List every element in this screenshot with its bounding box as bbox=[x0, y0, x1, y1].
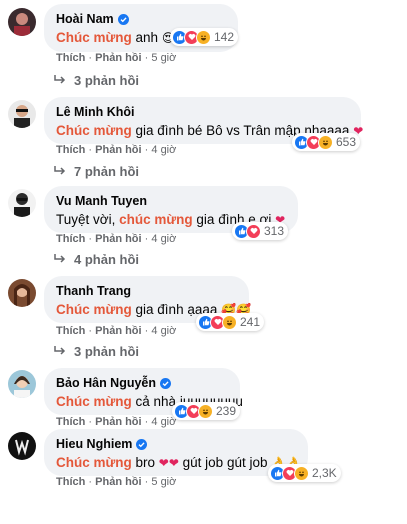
highlight-text: Chúc mừng bbox=[56, 302, 132, 317]
comment-text: Chúc mừng bro ❤❤ gút job gút job 👌👌 bbox=[56, 455, 302, 470]
like-button[interactable]: Thích bbox=[56, 144, 85, 156]
comment: Hoài Nam Chúc mừng anh 😍 142 Thích · Phả… bbox=[0, 0, 407, 96]
reactions-summary[interactable]: 2,3K bbox=[268, 464, 341, 482]
reaction-count: 313 bbox=[264, 224, 285, 238]
avatar[interactable] bbox=[8, 8, 36, 36]
commenter-name[interactable]: Hieu Nghiem bbox=[56, 437, 132, 452]
timestamp[interactable]: 4 giờ bbox=[151, 416, 176, 428]
comment-actions: Thích · Phản hồi · 4 giờ bbox=[56, 233, 177, 245]
haha-reaction-icon bbox=[196, 29, 211, 45]
view-replies-link[interactable]: 3 phản hồi bbox=[44, 72, 139, 88]
reactions-summary[interactable]: 313 bbox=[232, 222, 289, 240]
reactions-summary[interactable]: 241 bbox=[196, 313, 265, 331]
reply-button[interactable]: Phản hồi bbox=[95, 233, 141, 245]
love-reaction-icon bbox=[246, 223, 261, 239]
highlight-text: Chúc mừng bbox=[56, 455, 132, 470]
emoji: ❤❤ bbox=[158, 456, 179, 470]
reactions-summary[interactable]: 142 bbox=[170, 28, 239, 46]
timestamp[interactable]: 5 giờ bbox=[151, 476, 176, 488]
comment: Vu Manh Tuyen Tuyệt vời, chúc mừng gia đ… bbox=[0, 185, 407, 281]
timestamp[interactable]: 4 giờ bbox=[151, 144, 176, 156]
reply-arrow-icon bbox=[54, 346, 66, 355]
avatar[interactable] bbox=[8, 370, 36, 398]
like-button[interactable]: Thích bbox=[56, 233, 85, 245]
haha-reaction-icon bbox=[198, 403, 213, 419]
reply-arrow-icon bbox=[54, 254, 66, 263]
highlight-text: Chúc mừng bbox=[56, 123, 132, 138]
timestamp[interactable]: 4 giờ bbox=[151, 233, 176, 245]
comment-actions: Thích · Phản hồi · 4 giờ bbox=[56, 416, 177, 428]
comment-actions: Thích · Phản hồi · 4 giờ bbox=[56, 325, 177, 337]
comment: Lê Minh Khôi Chúc mừng gia đình bé Bô vs… bbox=[0, 95, 407, 191]
comment: Thanh Trang Chúc mừng gia đình ạaaa 🥰🥰 2… bbox=[0, 274, 407, 370]
commenter-name[interactable]: Lê Minh Khôi bbox=[56, 105, 134, 120]
reaction-count: 653 bbox=[336, 135, 357, 149]
avatar[interactable] bbox=[8, 189, 36, 217]
avatar[interactable] bbox=[8, 279, 36, 307]
reply-button[interactable]: Phản hồi bbox=[95, 476, 141, 488]
reaction-count: 142 bbox=[214, 30, 235, 44]
comment-actions: Thích · Phản hồi · 5 giờ bbox=[56, 52, 177, 64]
reply-button[interactable]: Phản hồi bbox=[95, 52, 141, 64]
haha-reaction-icon bbox=[318, 134, 333, 150]
comment-actions: Thích · Phản hồi · 4 giờ bbox=[56, 144, 177, 156]
like-button[interactable]: Thích bbox=[56, 476, 85, 488]
reply-button[interactable]: Phản hồi bbox=[95, 325, 141, 337]
reply-button[interactable]: Phản hồi bbox=[95, 144, 141, 156]
verified-badge-icon bbox=[136, 439, 148, 450]
avatar[interactable] bbox=[8, 432, 36, 460]
reply-button[interactable]: Phản hồi bbox=[95, 416, 141, 428]
reactions-summary[interactable]: 239 bbox=[172, 402, 241, 420]
like-button[interactable]: Thích bbox=[56, 52, 85, 64]
haha-reaction-icon bbox=[294, 465, 309, 481]
comment: Hieu Nghiem Chúc mừng bro ❤❤ gút job gút… bbox=[0, 428, 407, 524]
view-replies-link[interactable]: 3 phản hồi bbox=[44, 343, 139, 359]
commenter-name[interactable]: Bảo Hân Nguyễn bbox=[56, 376, 156, 391]
reactions-summary[interactable]: 653 bbox=[292, 133, 361, 151]
commenter-name[interactable]: Thanh Trang bbox=[56, 284, 131, 299]
avatar[interactable] bbox=[8, 100, 36, 128]
like-button[interactable]: Thích bbox=[56, 416, 85, 428]
highlight-text: Chúc mừng bbox=[56, 394, 132, 409]
reply-arrow-icon bbox=[54, 75, 66, 84]
like-button[interactable]: Thích bbox=[56, 325, 85, 337]
verified-badge-icon bbox=[160, 378, 172, 389]
haha-reaction-icon bbox=[222, 314, 237, 330]
reaction-count: 241 bbox=[240, 315, 261, 329]
timestamp[interactable]: 5 giờ bbox=[151, 52, 176, 64]
comment-actions: Thích · Phản hồi · 5 giờ bbox=[56, 476, 177, 488]
timestamp[interactable]: 4 giờ bbox=[151, 325, 176, 337]
verified-badge-icon bbox=[117, 14, 129, 25]
highlight-text: chúc mừng bbox=[119, 212, 193, 227]
view-replies-link[interactable]: 4 phản hồi bbox=[44, 251, 139, 267]
commenter-name[interactable]: Hoài Nam bbox=[56, 12, 114, 27]
commenter-name[interactable]: Vu Manh Tuyen bbox=[56, 194, 147, 209]
view-replies-link[interactable]: 7 phản hồi bbox=[44, 163, 139, 179]
reaction-count: 239 bbox=[216, 404, 237, 418]
reaction-count: 2,3K bbox=[312, 466, 337, 480]
reply-arrow-icon bbox=[54, 166, 66, 175]
highlight-text: Chúc mừng bbox=[56, 30, 132, 45]
